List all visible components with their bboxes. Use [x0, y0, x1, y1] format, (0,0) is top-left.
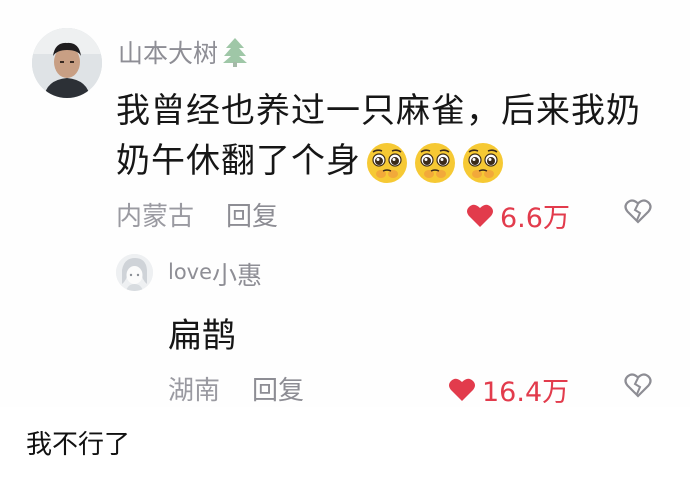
like-button[interactable]: 6.6万 — [466, 196, 570, 235]
pleading-face-icon — [415, 142, 455, 183]
comment-location: 内蒙古 — [116, 202, 195, 232]
pleading-face-icon — [463, 142, 503, 183]
reply-text: 扁鹊 — [168, 316, 236, 356]
dislike-icon[interactable] — [624, 198, 652, 224]
reply-location: 湖南 — [168, 376, 221, 406]
heart-icon — [467, 204, 493, 227]
comment-username[interactable]: 山本大树 — [118, 34, 248, 70]
reply-like-button[interactable]: 16.4万 — [448, 370, 569, 409]
reply-avatar-image — [116, 254, 153, 291]
reply-username[interactable]: love小惠 — [168, 256, 262, 292]
comment-card: 山本大树 我曾经也养过一只麻雀，后来我奶奶午休翻了个身 内蒙古 回复 6.6万 … — [0, 0, 690, 409]
like-count: 6.6万 — [500, 203, 570, 234]
tree-icon — [223, 38, 248, 67]
comment-text: 我曾经也养过一只麻雀，后来我奶奶午休翻了个身 — [116, 86, 656, 186]
reply-reply-button[interactable]: 回复 — [252, 376, 304, 406]
reply-meta: 湖南 回复 — [168, 370, 304, 407]
pleading-face-icon — [367, 142, 407, 183]
dislike-icon[interactable] — [624, 372, 652, 398]
reply-username-cjk: 小惠 — [212, 261, 263, 290]
comment-meta: 内蒙古 回复 — [116, 196, 278, 233]
heart-icon — [449, 378, 475, 401]
reply-avatar[interactable] — [116, 254, 153, 291]
reply-button[interactable]: 回复 — [226, 202, 278, 232]
user-avatar-image — [32, 28, 102, 98]
caption-text: 我不行了 — [26, 430, 131, 460]
avatar[interactable] — [32, 28, 102, 98]
emoji-group — [365, 141, 509, 185]
reply-like-count: 16.4万 — [482, 377, 570, 408]
username-text: 山本大树 — [118, 39, 219, 68]
reply-username-latin: love — [168, 260, 213, 284]
